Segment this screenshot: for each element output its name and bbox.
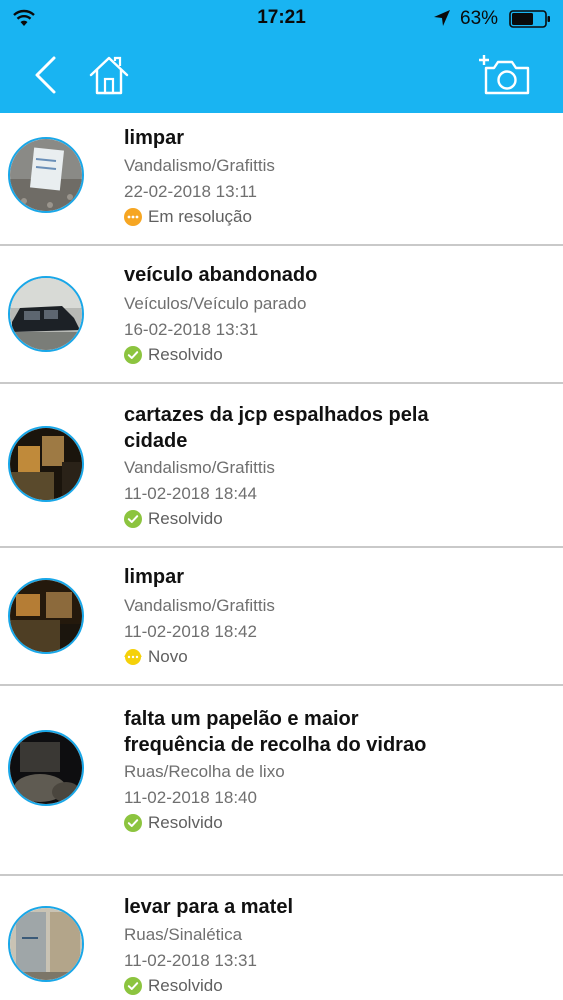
new-icon (124, 649, 142, 665)
report-title: limpar (124, 127, 185, 149)
report-row[interactable]: falta um papelão e maior frequência de r… (0, 686, 563, 876)
report-date: 22-02-2018 13:11 (124, 182, 257, 201)
resolved-check-icon (124, 814, 142, 832)
report-date: 16-02-2018 13:31 (124, 320, 259, 339)
report-thumbnail (8, 730, 84, 806)
report-title: limpar (124, 566, 185, 588)
report-row[interactable]: limpar Vandalismo/Grafittis 11-02-2018 1… (0, 548, 563, 749)
report-row[interactable]: limpar Vandalismo/Grafittis 22-02-2018 1… (0, 113, 563, 246)
resolved-check-icon (124, 510, 142, 528)
report-row[interactable]: levar para a matel Ruas/Sinalética 11-02… (0, 876, 563, 1000)
battery-icon (509, 10, 550, 28)
report-category: Ruas/Sinalética (124, 925, 243, 944)
report-date: 11-02-2018 18:40 (124, 788, 257, 807)
report-thumbnail (8, 137, 84, 213)
report-status-label: Em resolução (148, 207, 252, 226)
report-row[interactable]: cartazes da jcp espalhados pela cidade V… (0, 384, 563, 548)
location-arrow-icon (434, 10, 450, 26)
report-title-continued: frequência de recolha do vidrao (124, 734, 427, 756)
nav-bar (0, 38, 563, 113)
report-category: Ruas/Recolha de lixo (124, 762, 285, 781)
battery-percentage: 63% (460, 8, 499, 29)
back-chevron-icon[interactable] (30, 54, 60, 96)
report-title: veículo abandonado (124, 264, 318, 286)
report-title-continued: cidade (124, 430, 188, 452)
report-date: 11-02-2018 18:44 (124, 484, 257, 503)
report-date: 11-02-2018 13:31 (124, 951, 257, 970)
resolved-check-icon (124, 977, 142, 995)
status-bar: 17:21 63% (0, 0, 563, 38)
report-thumbnail (8, 906, 84, 982)
report-status-label: Resolvido (148, 345, 223, 364)
report-category: Vandalismo/Grafittis (124, 596, 275, 615)
report-status: Novo (124, 646, 188, 668)
report-title: levar para a matel (124, 896, 293, 918)
report-status: Resolvido (124, 812, 223, 834)
add-photo-camera-icon[interactable] (476, 54, 532, 96)
report-category: Vandalismo/Grafittis (124, 156, 275, 175)
report-status-label: Resolvido (148, 976, 223, 995)
resolved-check-icon (124, 346, 142, 364)
report-status: Em resolução (124, 206, 252, 228)
report-title: cartazes da jcp espalhados pela (124, 404, 429, 426)
report-status-label: Resolvido (148, 509, 223, 528)
report-thumbnail (8, 276, 84, 352)
report-status-label: Resolvido (148, 813, 223, 832)
report-date: 11-02-2018 18:42 (124, 622, 257, 641)
in-progress-icon (124, 208, 142, 226)
report-category: Vandalismo/Grafittis (124, 458, 275, 477)
report-status: Resolvido (124, 344, 223, 366)
report-thumbnail (8, 578, 84, 654)
home-icon[interactable] (88, 54, 130, 96)
report-status-label: Novo (148, 647, 188, 666)
report-title: falta um papelão e maior (124, 708, 359, 730)
report-thumbnail (8, 426, 84, 502)
report-category: Veículos/Veículo parado (124, 294, 307, 313)
report-row[interactable]: veículo abandonado Veículos/Veículo para… (0, 246, 563, 384)
report-status: Resolvido (124, 508, 223, 530)
report-status: Resolvido (124, 975, 223, 997)
